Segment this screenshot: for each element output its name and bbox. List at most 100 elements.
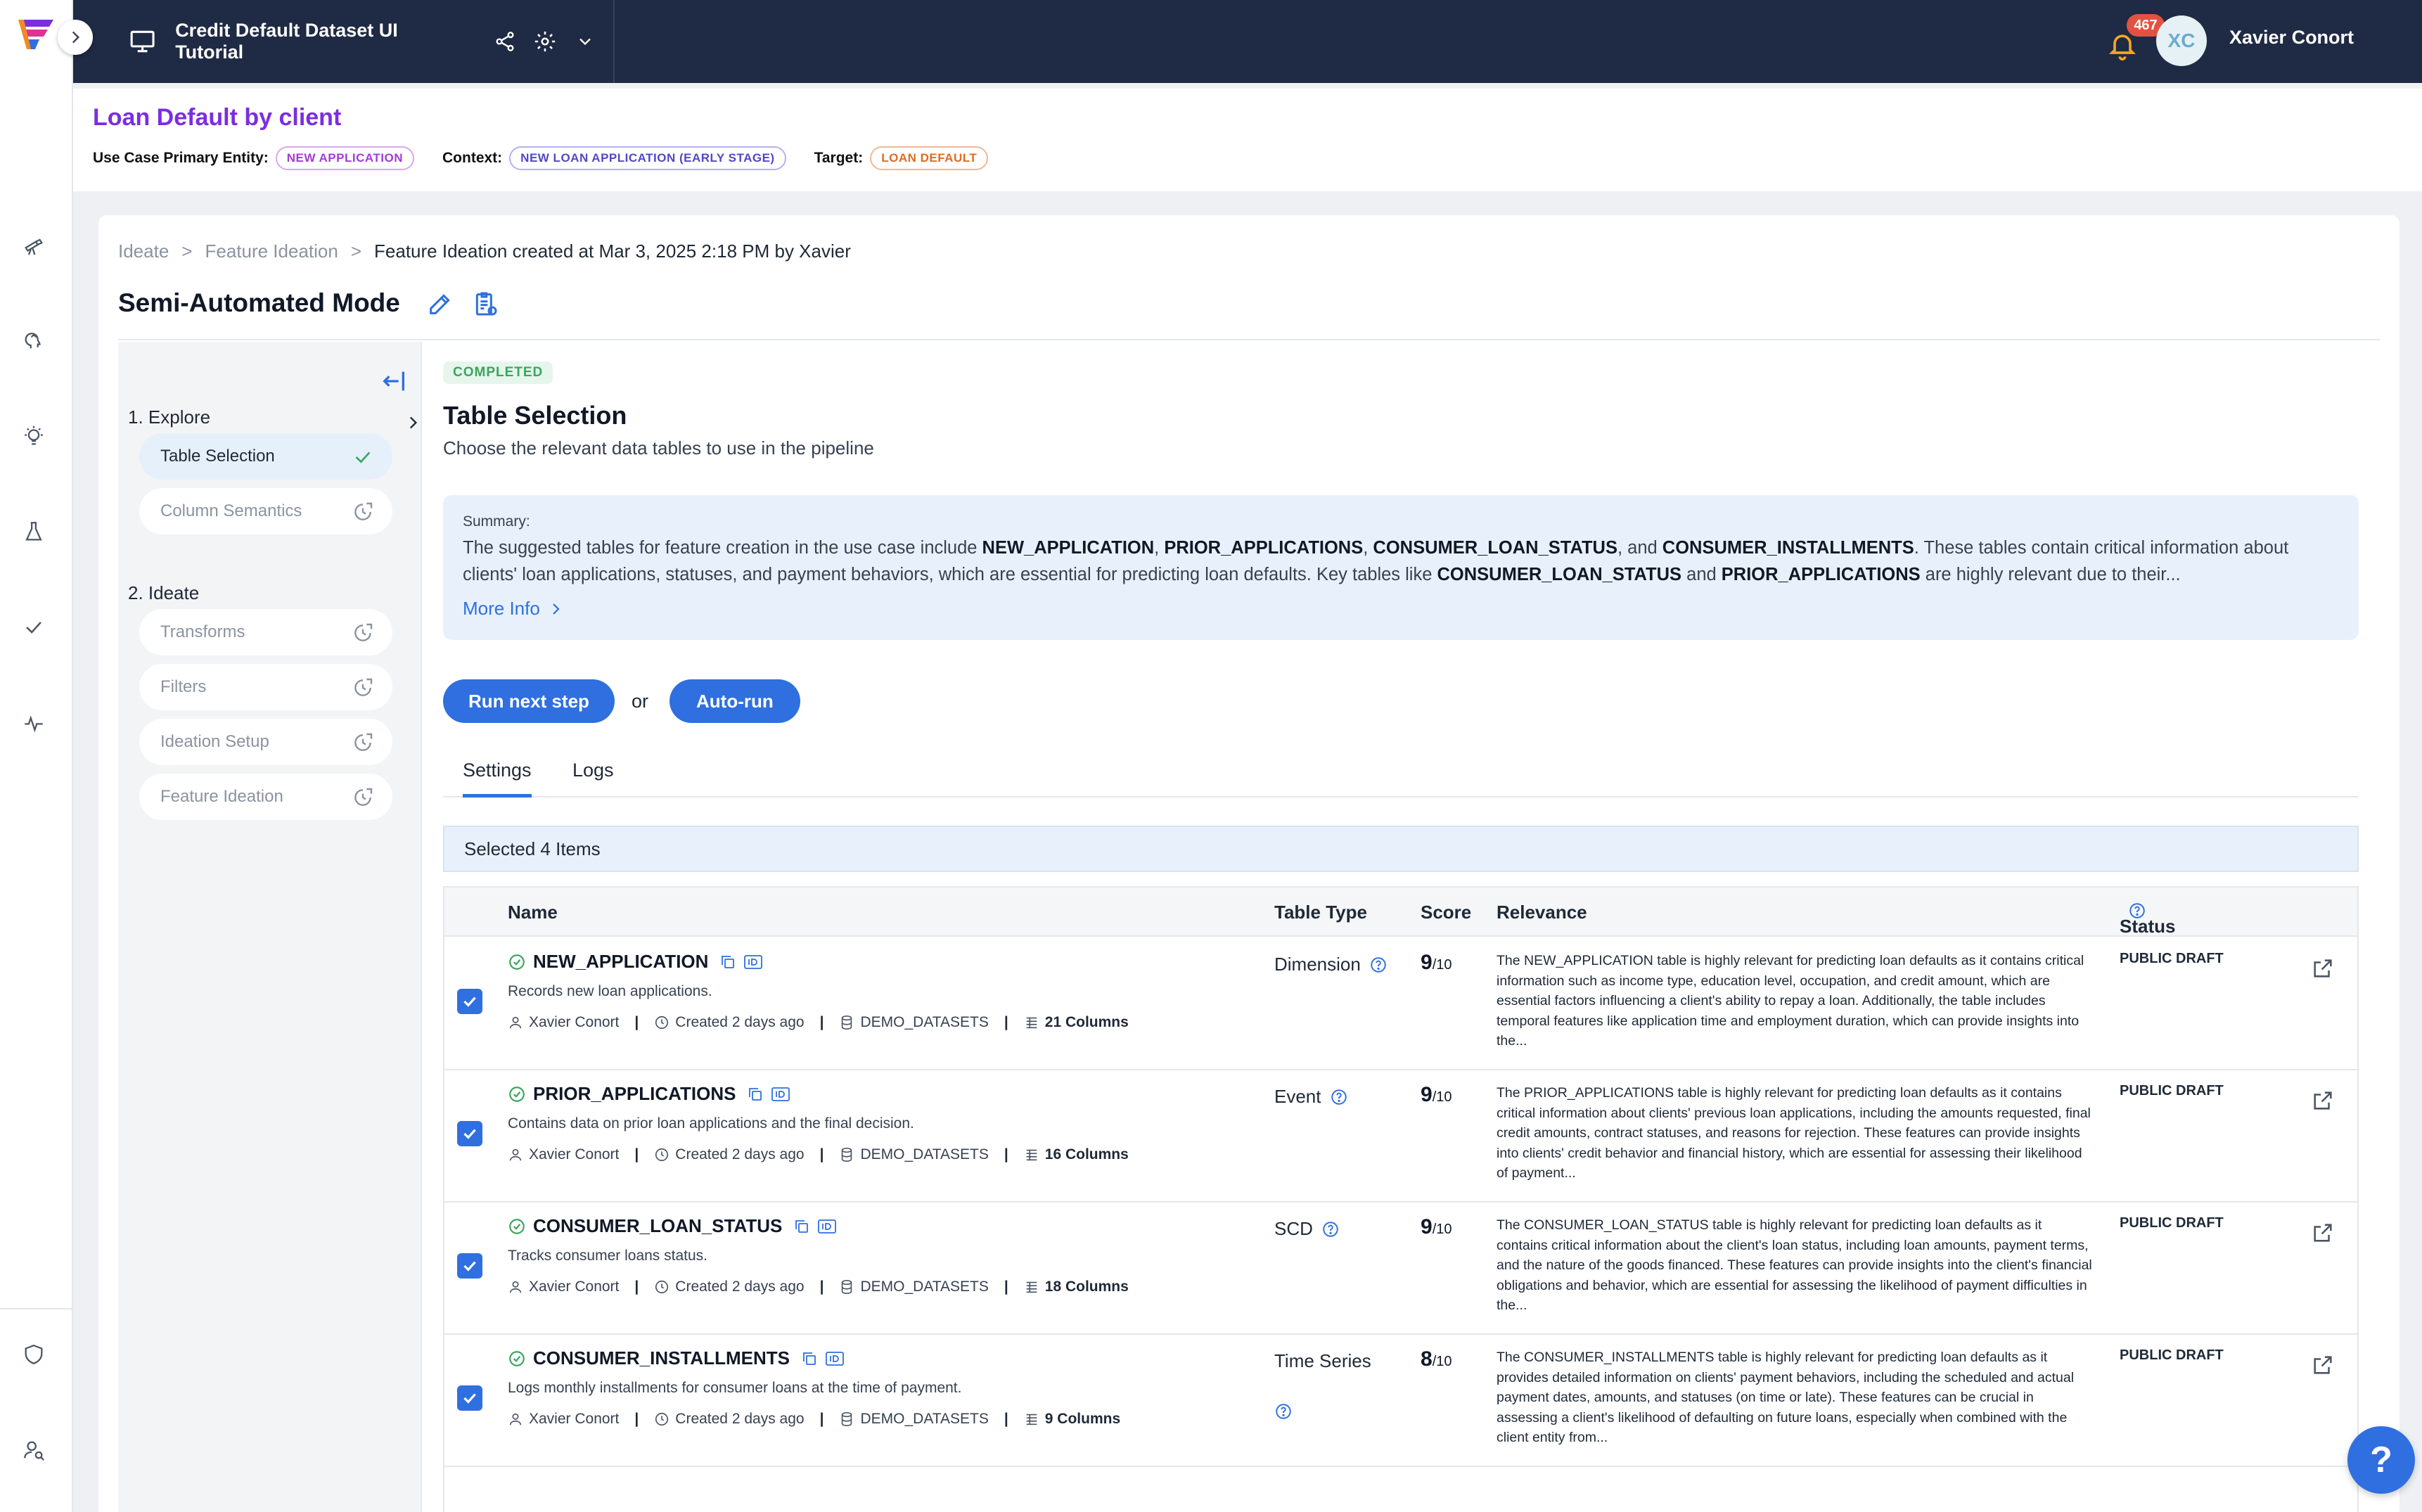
step-feature-ideation[interactable]: Feature Ideation bbox=[139, 774, 392, 820]
avatar[interactable]: XC bbox=[2156, 15, 2207, 66]
section-subtitle: Choose the relevant data tables to use i… bbox=[443, 437, 874, 459]
table-type-label: Time Series bbox=[1274, 1350, 1371, 1371]
open-external-icon[interactable] bbox=[2311, 956, 2335, 980]
column-header-status[interactable]: Status bbox=[2120, 902, 2175, 937]
summary-table-name: CONSUMER_INSTALLMENTS bbox=[1662, 538, 1914, 558]
share-button[interactable] bbox=[492, 29, 517, 54]
breadcrumb-item-ideate[interactable]: Ideate bbox=[118, 241, 169, 262]
auto-run-button[interactable]: Auto-run bbox=[669, 679, 800, 723]
user-name[interactable]: Xavier Conort bbox=[2229, 27, 2354, 49]
clipboard-icon[interactable] bbox=[471, 290, 499, 318]
step-ideation-setup[interactable]: Ideation Setup bbox=[139, 719, 392, 765]
entity-tag: NEW APPLICATION bbox=[275, 146, 414, 170]
tab-logs[interactable]: Logs bbox=[572, 760, 614, 797]
more-info-link[interactable]: More Info bbox=[463, 598, 564, 620]
table-name[interactable]: PRIOR_APPLICATIONS bbox=[533, 1083, 736, 1105]
table-name[interactable]: CONSUMER_LOAN_STATUS bbox=[533, 1215, 782, 1237]
telescope-icon[interactable] bbox=[18, 229, 49, 260]
checkmark-icon[interactable] bbox=[18, 612, 49, 643]
column-header-score[interactable]: Score bbox=[1421, 902, 1471, 923]
project-selector[interactable]: Credit Default Dataset UI Tutorial bbox=[73, 0, 615, 83]
brain-icon[interactable] bbox=[18, 325, 49, 356]
help-circle-icon[interactable] bbox=[1369, 956, 1388, 974]
table-row[interactable]: PRIOR_APPLICATIONS Contains data on prior… bbox=[444, 1070, 2357, 1203]
help-circle-icon[interactable] bbox=[1330, 1088, 1348, 1106]
table-type-cell: Event bbox=[1274, 1086, 1348, 1108]
check-circle-icon bbox=[509, 954, 525, 970]
step-label: Feature Ideation bbox=[160, 787, 283, 806]
summary-table-name: CONSUMER_LOAN_STATUS bbox=[1437, 565, 1682, 584]
copy-icon[interactable] bbox=[719, 954, 736, 970]
step-table-selection[interactable]: Table Selection bbox=[139, 433, 392, 480]
table-source: DEMO_DATASETS bbox=[860, 1279, 989, 1295]
user-search-icon[interactable] bbox=[18, 1435, 49, 1466]
table-columns-count: 21 Columns bbox=[1044, 1014, 1129, 1030]
column-header-table-type[interactable]: Table Type bbox=[1274, 902, 1367, 923]
help-circle-icon[interactable] bbox=[1321, 1220, 1340, 1238]
help-circle-icon[interactable] bbox=[1274, 1402, 1293, 1421]
expand-sidebar-button[interactable] bbox=[58, 20, 93, 55]
breadcrumb-current: Feature Ideation created at Mar 3, 2025 … bbox=[374, 241, 851, 262]
table-name[interactable]: CONSUMER_INSTALLMENTS bbox=[533, 1347, 790, 1369]
step-filters[interactable]: Filters bbox=[139, 664, 392, 710]
copy-icon[interactable] bbox=[801, 1350, 818, 1367]
column-header-name[interactable]: Name bbox=[508, 902, 558, 923]
row-checkbox[interactable] bbox=[457, 989, 482, 1014]
pending-clock-icon bbox=[354, 502, 373, 520]
table-description: Contains data on prior loan applications… bbox=[508, 1115, 914, 1132]
row-checkbox[interactable] bbox=[457, 1385, 482, 1411]
copy-icon[interactable] bbox=[793, 1218, 810, 1235]
open-external-icon[interactable] bbox=[2311, 1353, 2335, 1377]
divider bbox=[118, 339, 2380, 340]
row-checkbox[interactable] bbox=[457, 1121, 482, 1146]
clock-icon bbox=[655, 1280, 669, 1294]
id-badge-icon[interactable] bbox=[743, 954, 763, 970]
breadcrumb-item-feature-ideation[interactable]: Feature Ideation bbox=[205, 241, 338, 262]
score-value: 9 bbox=[1421, 1215, 1433, 1238]
summary-table-name: NEW_APPLICATION bbox=[982, 538, 1155, 558]
collapse-panel-icon[interactable] bbox=[380, 367, 408, 395]
table-owner: Xavier Conort bbox=[529, 1279, 620, 1295]
table-row[interactable]: CONSUMER_LOAN_STATUS Tracks consumer loan… bbox=[444, 1203, 2357, 1335]
project-menu-button[interactable] bbox=[573, 29, 598, 54]
copy-icon[interactable] bbox=[747, 1086, 764, 1103]
shield-icon[interactable] bbox=[18, 1339, 49, 1370]
id-badge-icon[interactable] bbox=[817, 1218, 837, 1235]
step-transforms[interactable]: Transforms bbox=[139, 609, 392, 655]
settings-button[interactable] bbox=[532, 29, 557, 54]
checkbox-check-icon bbox=[463, 1129, 476, 1139]
user-icon bbox=[509, 1413, 522, 1425]
table-status: PUBLIC DRAFT bbox=[2120, 1083, 2224, 1098]
column-header-relevance[interactable]: Relevance bbox=[1497, 902, 1587, 923]
table-created: Created 2 days ago bbox=[675, 1146, 805, 1162]
help-button[interactable]: ? bbox=[2347, 1426, 2415, 1494]
id-badge-icon[interactable] bbox=[771, 1086, 790, 1103]
id-badge-icon[interactable] bbox=[825, 1350, 845, 1367]
row-checkbox[interactable] bbox=[457, 1253, 482, 1279]
table-status: PUBLIC DRAFT bbox=[2120, 951, 2224, 966]
table-status: PUBLIC DRAFT bbox=[2120, 1347, 2224, 1363]
table-name[interactable]: NEW_APPLICATION bbox=[533, 951, 708, 973]
open-external-icon[interactable] bbox=[2311, 1221, 2335, 1245]
step-column-semantics[interactable]: Column Semantics bbox=[139, 488, 392, 534]
score-value: 9 bbox=[1421, 1083, 1433, 1106]
notifications-button[interactable]: 467 bbox=[2107, 14, 2165, 63]
table-row[interactable]: NEW_APPLICATION Records new loan applicat… bbox=[444, 938, 2357, 1070]
table-row[interactable]: CONSUMER_INSTALLMENTS Logs monthly instal… bbox=[444, 1335, 2357, 1467]
run-next-step-button[interactable]: Run next step bbox=[443, 679, 615, 723]
table-description: Records new loan applications. bbox=[508, 983, 712, 999]
lightbulb-icon[interactable] bbox=[18, 421, 49, 451]
meta-separator: | bbox=[819, 1279, 824, 1295]
app-logo-icon[interactable] bbox=[15, 17, 56, 52]
activity-icon[interactable] bbox=[18, 707, 49, 738]
checkbox-check-icon bbox=[463, 1261, 476, 1271]
open-external-icon[interactable] bbox=[2311, 1089, 2335, 1113]
tab-settings[interactable]: Settings bbox=[463, 760, 532, 797]
edit-icon[interactable] bbox=[426, 290, 454, 318]
flask-icon[interactable] bbox=[18, 516, 49, 547]
table-status: PUBLIC DRAFT bbox=[2120, 1215, 2224, 1231]
use-case-title[interactable]: Loan Default by client bbox=[93, 104, 341, 132]
table-meta: Xavier Conort | Created 2 days ago | DEMO_DA… bbox=[508, 1014, 1129, 1031]
score-value: 8 bbox=[1421, 1347, 1433, 1371]
breadcrumb-separator: > bbox=[181, 241, 193, 262]
